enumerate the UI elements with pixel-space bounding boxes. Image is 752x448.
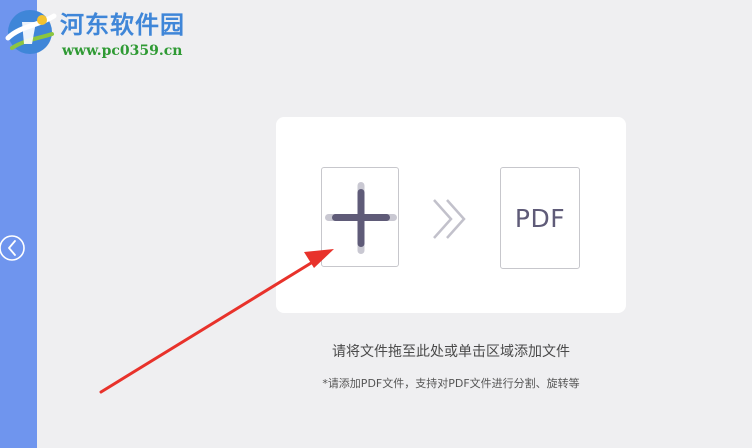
pdf-output-tile: PDF (500, 167, 580, 269)
watermark-url: www.pc0359.cn (62, 43, 183, 59)
double-chevron-right-icon (433, 199, 466, 239)
file-drop-zone[interactable]: PDF (276, 117, 626, 313)
watermark-title: 河东软件园 (60, 10, 185, 39)
drop-instruction: 请将文件拖至此处或单击区域添加文件 (332, 344, 570, 360)
pdf-label: PDF (514, 203, 566, 233)
chevron-left-icon (0, 235, 25, 261)
drop-hint: *请添加PDF文件，支持对PDF文件进行分割、旋转等 (322, 377, 580, 390)
logo-icon (5, 10, 57, 54)
plus-icon (325, 182, 397, 254)
collapse-sidebar-button[interactable] (0, 233, 28, 263)
watermark-logo: 河东软件园 www.pc0359.cn (0, 0, 220, 70)
add-file-tile[interactable] (321, 167, 399, 267)
